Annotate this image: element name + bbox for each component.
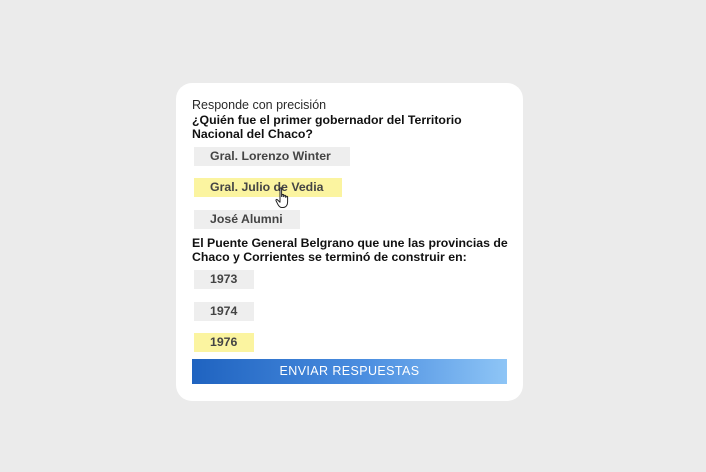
answer-option-1976[interactable]: 1976 [194, 333, 254, 352]
answer-option-1973[interactable]: 1973 [194, 270, 254, 289]
answer-option-winter[interactable]: Gral. Lorenzo Winter [194, 147, 350, 166]
quiz-card: Responde con precisión ¿Quién fue el pri… [176, 83, 523, 401]
question-2-text: El Puente General Belgrano que une las p… [192, 236, 508, 264]
quiz-intro: Responde con precisión [192, 98, 327, 112]
submit-answers-button[interactable]: ENVIAR RESPUESTAS [192, 359, 507, 384]
answer-option-1974[interactable]: 1974 [194, 302, 254, 321]
question-1-text: ¿Quién fue el primer gobernador del Terr… [192, 113, 462, 141]
answer-option-alumni[interactable]: José Alumni [194, 210, 300, 229]
answer-option-vedia[interactable]: Gral. Julio de Vedia [194, 178, 342, 197]
